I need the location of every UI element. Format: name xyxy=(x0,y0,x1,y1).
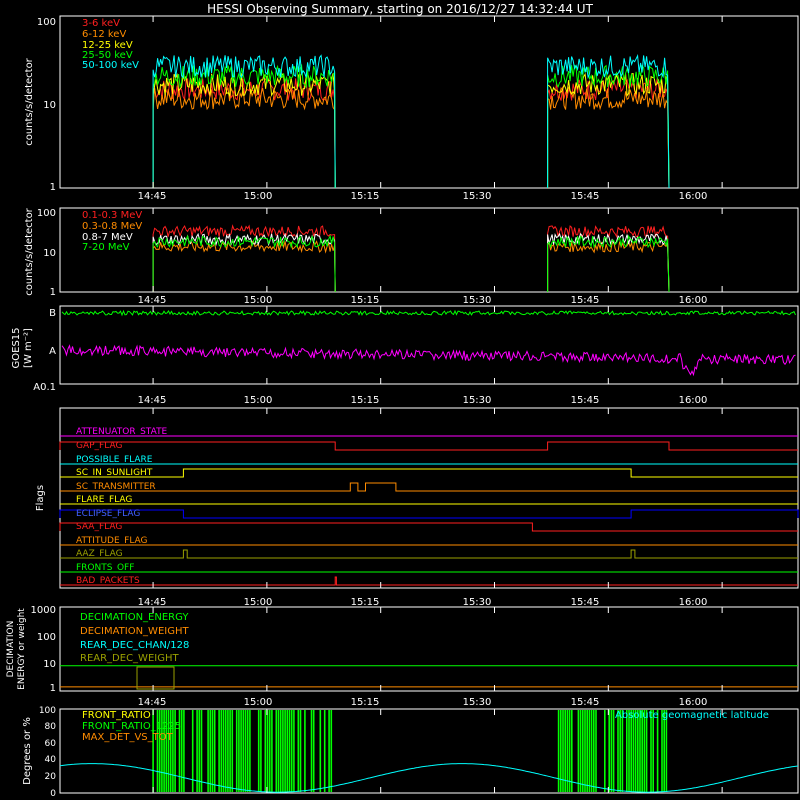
x-tick-label: 15:30 xyxy=(463,295,492,306)
flag-label: SAA_FLAG xyxy=(76,522,122,532)
x-tick-label: 15:45 xyxy=(571,395,600,406)
y-axis-label: DECIMATION xyxy=(6,621,16,678)
x-tick-label: 15:15 xyxy=(351,597,380,608)
flag-label: ECLIPSE_FLAG xyxy=(76,509,140,519)
y-axis-label: ENERGY or weight xyxy=(17,608,27,690)
legend-entry: DECIMATION_WEIGHT xyxy=(80,626,189,637)
flag-label: POSSIBLE_FLARE xyxy=(76,455,153,465)
x-tick-label: 16:00 xyxy=(679,597,708,608)
y-tick-label: 1 xyxy=(50,182,56,193)
x-tick-label: 15:30 xyxy=(463,697,492,708)
y-tick-label: 40 xyxy=(45,755,57,765)
x-tick-label: 14:45 xyxy=(138,597,167,608)
legend-entry: 3-6 keV xyxy=(82,18,120,29)
y-tick-label: 1000 xyxy=(31,605,56,616)
legend-entry: MAX_DET_VS_TOT xyxy=(82,732,174,743)
y-tick-label: 1 xyxy=(50,287,56,298)
x-tick-label: 15:45 xyxy=(571,697,600,708)
flag-label: SC_TRANSMITTER xyxy=(76,482,156,492)
x-tick-label: 15:30 xyxy=(463,597,492,608)
legend-entry: 50-100 keV xyxy=(82,60,139,71)
y-tick-label: B xyxy=(49,308,56,319)
legend-entry: 0.1-0.3 MeV xyxy=(82,210,142,221)
x-tick-label: 15:15 xyxy=(351,191,380,202)
legend-entry: REAR_DEC_CHAN/128 xyxy=(80,640,189,651)
y-tick-label: 100 xyxy=(37,17,56,28)
y-axis-units: [W m⁻²] xyxy=(23,328,34,368)
x-tick-label: 16:00 xyxy=(679,191,708,202)
x-tick-label: 15:30 xyxy=(463,191,492,202)
y-tick-label: 100 xyxy=(37,632,56,643)
legend-entry: 0.3-0.8 MeV xyxy=(82,221,142,232)
flag-label: FRONTS_OFF xyxy=(76,563,134,573)
legend-entry: FRONT_RATIO xyxy=(82,710,151,721)
y-tick-label: 10 xyxy=(43,659,56,670)
flag-label: SC_IN_SUNLIGHT xyxy=(76,468,153,478)
y-tick-label: A xyxy=(49,346,56,357)
y-axis-label: Flags xyxy=(35,485,46,511)
x-tick-label: 16:00 xyxy=(679,697,708,708)
x-tick-label: 15:00 xyxy=(244,295,273,306)
x-tick-label: 15:45 xyxy=(571,295,600,306)
flag-label: ATTENUATOR_STATE xyxy=(76,427,168,437)
y-axis-label: counts/s/detector xyxy=(24,57,35,145)
x-tick-label: 15:00 xyxy=(244,597,273,608)
x-tick-label: 15:00 xyxy=(244,191,273,202)
y-tick-label: 100 xyxy=(39,706,56,716)
x-tick-label: 15:15 xyxy=(351,395,380,406)
y-tick-label: 20 xyxy=(45,772,57,782)
x-tick-label: 15:15 xyxy=(351,697,380,708)
flag-label: FLARE_FLAG xyxy=(76,495,132,505)
y-tick-label: A0.1 xyxy=(33,382,56,393)
y-tick-label: 60 xyxy=(45,739,57,749)
y-tick-label: 10 xyxy=(43,100,56,111)
legend-entry: 6-12 keV xyxy=(82,29,126,40)
observing-summary-figure: HESSI Observing Summary, starting on 201… xyxy=(0,0,800,800)
y-axis-label: GOES15 xyxy=(11,327,22,368)
flag-label: AAZ_FLAG xyxy=(76,549,123,559)
legend-entry: REAR_DEC_WEIGHT xyxy=(80,653,179,664)
x-tick-label: 14:45 xyxy=(138,395,167,406)
legend-entry: FRONT_RATIO_1225 xyxy=(82,721,181,732)
y-tick-label: 0 xyxy=(50,789,56,799)
legend-entry: DECIMATION_ENERGY xyxy=(80,612,189,623)
flag-label: BAD_PACKETS xyxy=(76,576,140,586)
x-tick-label: 15:30 xyxy=(463,395,492,406)
figure-title: HESSI Observing Summary, starting on 201… xyxy=(207,2,593,16)
x-tick-label: 16:00 xyxy=(679,395,708,406)
legend-entry: Absolute geomagnetic latitude xyxy=(615,710,769,721)
x-tick-label: 15:00 xyxy=(244,697,273,708)
flag-label: ATTITUDE_FLAG xyxy=(76,536,148,546)
x-tick-label: 15:45 xyxy=(571,597,600,608)
x-tick-label: 15:45 xyxy=(571,191,600,202)
y-axis-label: Degrees or % xyxy=(22,717,33,785)
y-tick-label: 10 xyxy=(43,248,56,259)
legend-entry: 7-20 MeV xyxy=(82,242,130,253)
x-tick-label: 14:45 xyxy=(138,697,167,708)
x-tick-label: 14:45 xyxy=(138,191,167,202)
flag-label: GAP_FLAG xyxy=(76,441,122,451)
x-tick-label: 15:00 xyxy=(244,395,273,406)
x-tick-label: 14:45 xyxy=(138,295,167,306)
x-tick-label: 16:00 xyxy=(679,295,708,306)
y-tick-label: 1 xyxy=(50,683,56,694)
y-tick-label: 80 xyxy=(45,722,57,732)
y-tick-label: 100 xyxy=(37,208,56,219)
x-tick-label: 15:15 xyxy=(351,295,380,306)
y-axis-label: counts/s/detector xyxy=(24,207,35,295)
